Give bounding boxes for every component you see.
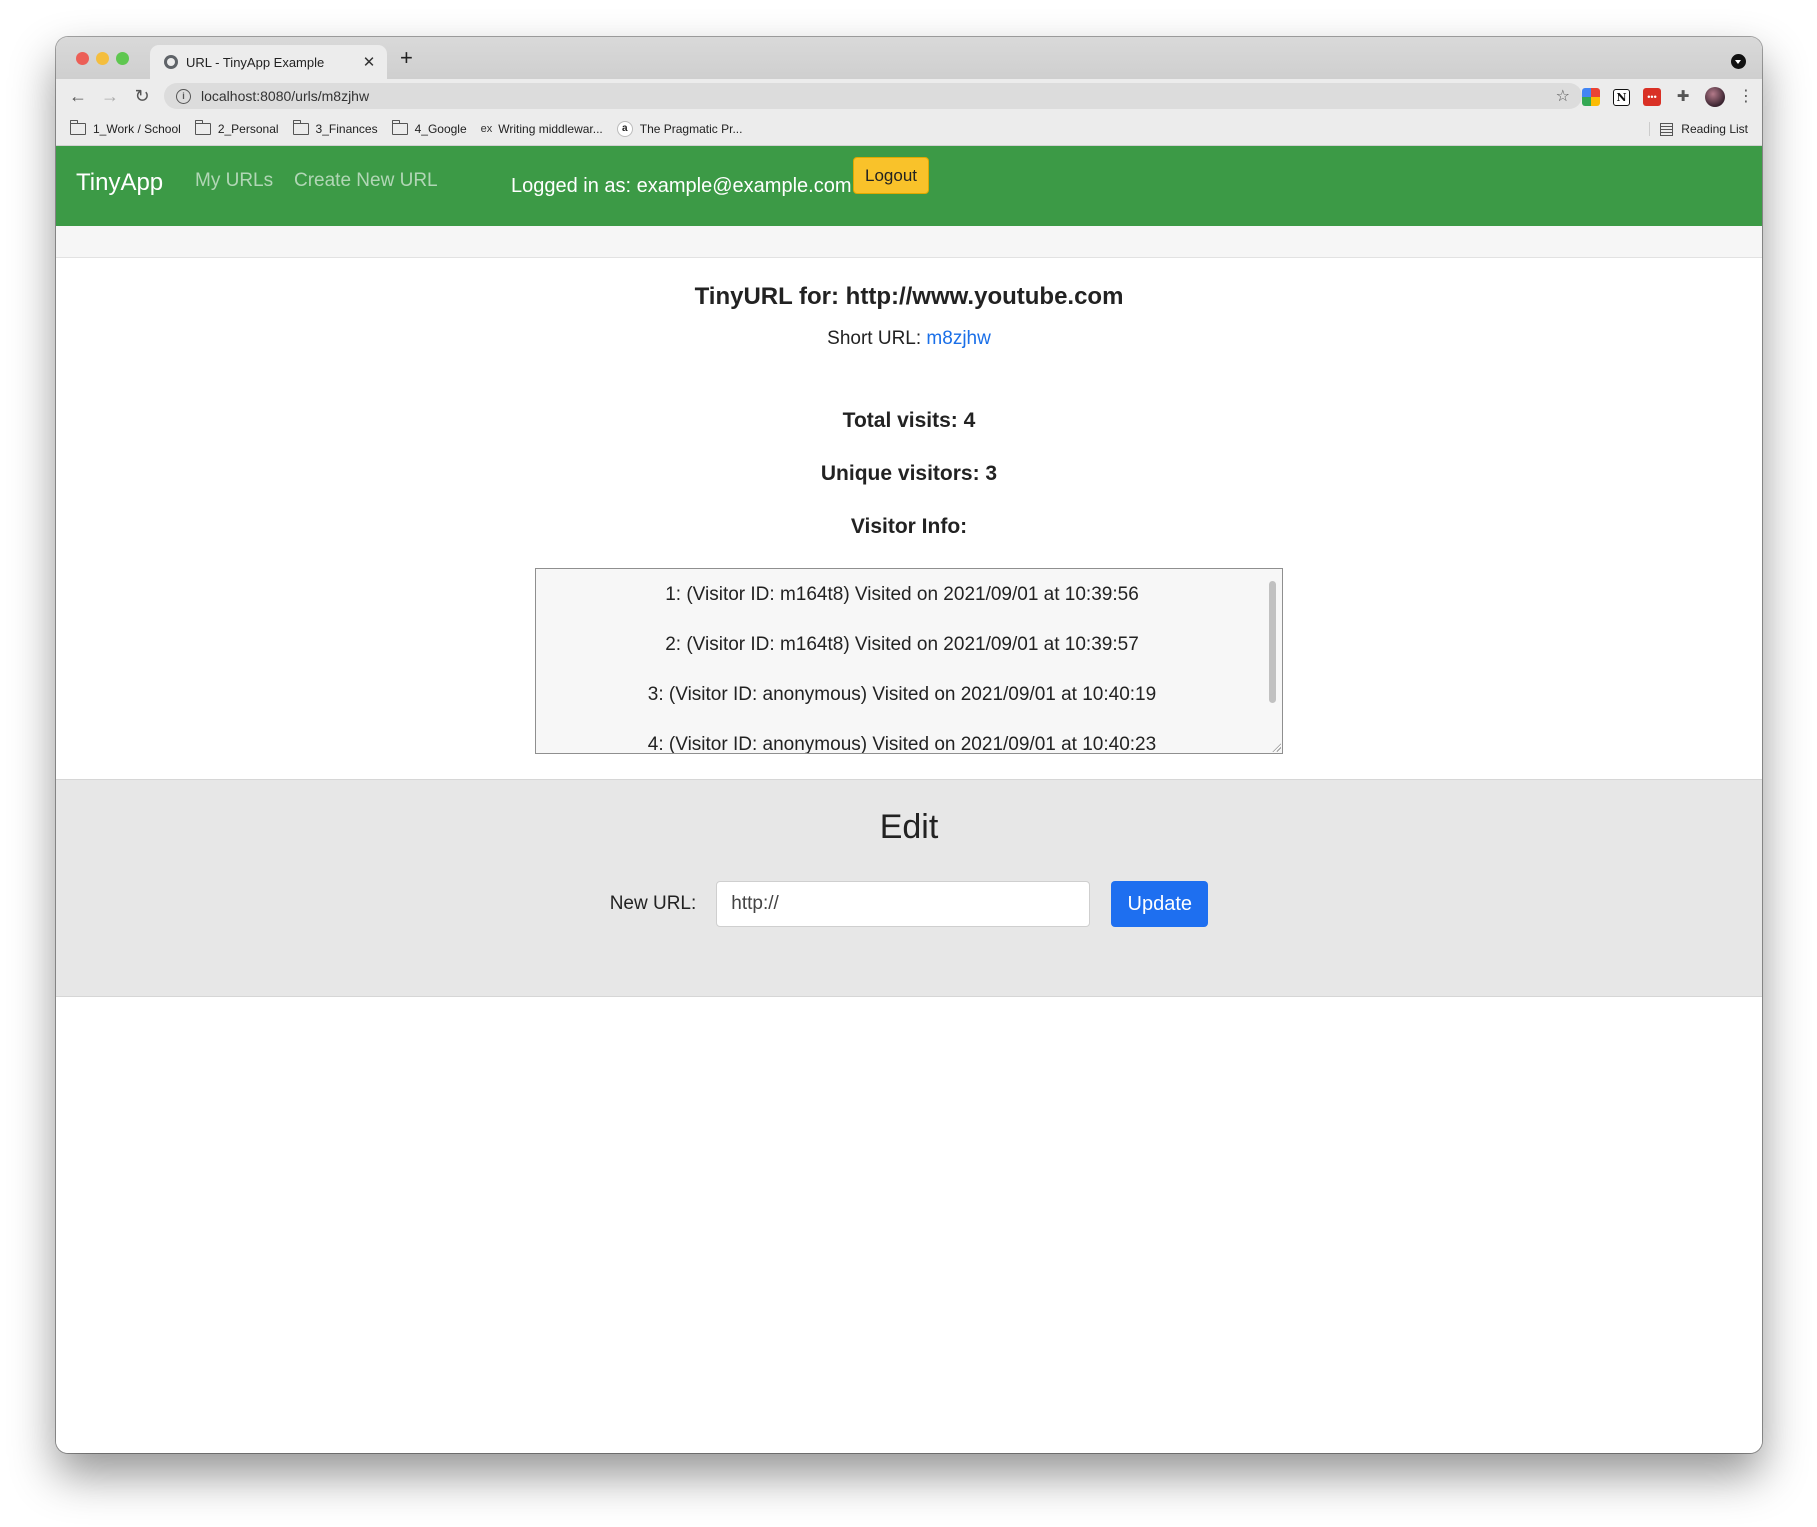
list-item: 4: (Visitor ID: anonymous) Visited on 20… xyxy=(647,734,1157,754)
app-navbar: TinyApp My URLs Create New URL Logged in… xyxy=(56,146,1762,226)
folder-icon xyxy=(70,120,86,135)
bookmark-pragmatic[interactable]: a The Pragmatic Pr... xyxy=(616,121,743,137)
logout-button[interactable]: Logout xyxy=(853,157,929,194)
list-item: 3: (Visitor ID: anonymous) Visited on 20… xyxy=(647,684,1157,705)
short-url-line: Short URL: m8zjhw xyxy=(56,327,1762,351)
tab-search-icon[interactable] xyxy=(1731,54,1746,69)
edit-panel: Edit New URL: Update xyxy=(56,779,1762,997)
minimize-window-button[interactable] xyxy=(96,52,109,65)
address-bar[interactable]: i localhost:8080/urls/m8zjhw ☆ xyxy=(164,83,1582,109)
folder-icon xyxy=(391,120,408,135)
brand-link[interactable]: TinyApp xyxy=(76,169,163,197)
update-button[interactable]: Update xyxy=(1111,881,1209,927)
browser-toolbar: ← → ↻ i localhost:8080/urls/m8zjhw ☆ N •… xyxy=(56,79,1762,113)
visitor-log-textarea[interactable]: 1: (Visitor ID: m164t8) Visited on 2021/… xyxy=(535,568,1283,754)
globe-icon xyxy=(164,55,178,69)
new-url-label: New URL: xyxy=(609,893,697,914)
close-window-button[interactable] xyxy=(76,52,89,65)
star-icon[interactable]: ☆ xyxy=(1556,86,1570,106)
logged-in-status: Logged in as: example@example.com xyxy=(511,175,852,197)
short-url-link[interactable]: m8zjhw xyxy=(926,328,990,349)
sub-header-bar xyxy=(56,226,1762,258)
scrollbar-thumb[interactable] xyxy=(1269,581,1276,703)
new-url-input[interactable] xyxy=(716,881,1091,927)
browser-tab[interactable]: URL - TinyApp Example ✕ xyxy=(150,45,387,79)
total-visits: Total visits: 4 xyxy=(842,409,976,432)
new-tab-button[interactable]: + xyxy=(400,46,413,70)
bookmark-label: Writing middlewar... xyxy=(498,122,603,136)
reading-list-label: Reading List xyxy=(1681,122,1748,136)
visitor-info-heading: Visitor Info: xyxy=(850,515,968,538)
bookmark-folder-personal[interactable]: 2_Personal xyxy=(194,120,279,136)
avatar[interactable] xyxy=(1705,87,1725,107)
page-title: TinyURL for: http://www.youtube.com xyxy=(694,283,1124,310)
folder-icon xyxy=(292,120,309,135)
bookmarks-bar: 1_Work / School 2_Personal 3_Finances 4_… xyxy=(56,113,1762,146)
bookmark-label: 4_Google xyxy=(414,122,467,136)
nav-create-new-url[interactable]: Create New URL xyxy=(294,170,438,192)
reading-list-icon xyxy=(1660,122,1674,136)
tab-strip: URL - TinyApp Example ✕ + xyxy=(56,37,1762,79)
bookmark-label: 1_Work / School xyxy=(93,122,181,136)
reading-list-button[interactable]: Reading List xyxy=(1649,122,1748,136)
resize-handle-icon[interactable] xyxy=(1271,742,1281,752)
unique-visitors: Unique visitors: 3 xyxy=(820,462,998,485)
red-extension-icon[interactable]: ••• xyxy=(1643,88,1661,106)
url-details: TinyURL for: http://www.youtube.com Shor… xyxy=(56,258,1762,754)
amazon-icon: a xyxy=(616,121,633,137)
reload-icon[interactable]: ↻ xyxy=(126,86,158,107)
edit-form: New URL: Update xyxy=(56,881,1762,927)
info-icon[interactable]: i xyxy=(176,88,191,104)
bookmark-label: 2_Personal xyxy=(217,122,279,136)
back-arrow-icon[interactable]: ← xyxy=(62,86,94,107)
folder-icon xyxy=(194,120,211,135)
browser-window: URL - TinyApp Example ✕ + ← → ↻ i localh… xyxy=(56,37,1762,1453)
bookmark-writing-middleware[interactable]: ex Writing middlewar... xyxy=(481,122,603,136)
kebab-menu-icon[interactable]: ⋮ xyxy=(1738,88,1754,106)
bookmark-folder-work[interactable]: 1_Work / School xyxy=(70,120,181,136)
bookmark-label: The Pragmatic Pr... xyxy=(639,122,743,136)
list-item: 1: (Visitor ID: m164t8) Visited on 2021/… xyxy=(665,584,1139,605)
maximize-window-button[interactable] xyxy=(116,52,129,65)
notion-icon[interactable]: N xyxy=(1613,88,1630,106)
visitor-list: 1: (Visitor ID: m164t8) Visited on 2021/… xyxy=(536,569,1268,754)
bookmark-folder-finances[interactable]: 3_Finances xyxy=(292,120,378,136)
bookmark-folder-google[interactable]: 4_Google xyxy=(391,120,467,136)
tab-close-icon[interactable]: ✕ xyxy=(361,53,377,71)
ex-site-icon: ex xyxy=(480,123,493,135)
extensions-area: N ••• ✚ ⋮ xyxy=(1582,87,1754,107)
forward-arrow-icon[interactable]: → xyxy=(94,86,126,107)
puzzle-icon[interactable]: ✚ xyxy=(1674,88,1692,106)
address-url[interactable]: localhost:8080/urls/m8zjhw xyxy=(201,88,1556,104)
edit-title: Edit xyxy=(879,808,939,846)
color-extension-icon[interactable] xyxy=(1582,88,1600,106)
short-url-label: Short URL: xyxy=(827,328,927,349)
nav-my-urls[interactable]: My URLs xyxy=(195,170,273,192)
list-item: 2: (Visitor ID: m164t8) Visited on 2021/… xyxy=(665,634,1139,655)
bookmark-label: 3_Finances xyxy=(315,122,378,136)
page-content: TinyApp My URLs Create New URL Logged in… xyxy=(56,146,1762,1453)
tab-title: URL - TinyApp Example xyxy=(186,54,325,70)
